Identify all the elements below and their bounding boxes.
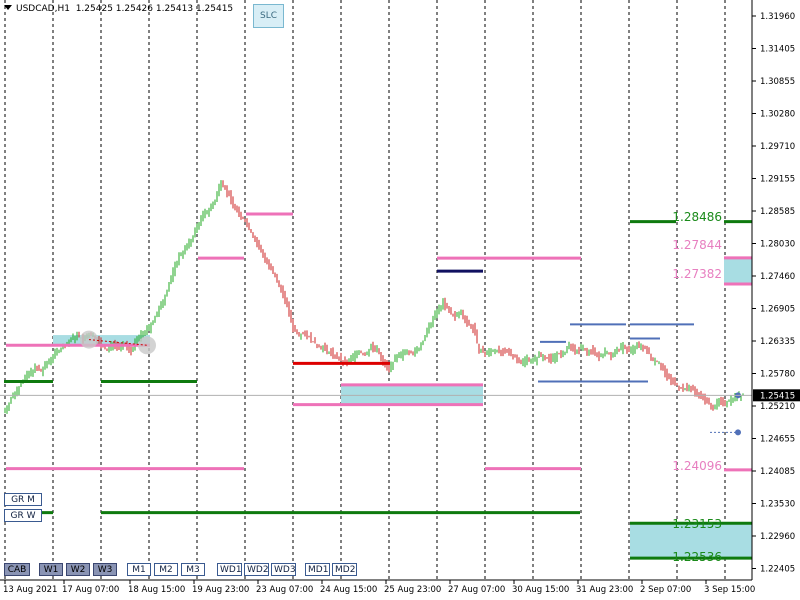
toolbar-button-w1[interactable]: W1 xyxy=(39,563,63,576)
price-tick-label: 1.22405 xyxy=(760,565,795,575)
price-tick-label: 1.25210 xyxy=(760,402,795,412)
current-price-label: 1.25415 xyxy=(760,391,795,401)
toolbar-button-m1[interactable]: M1 xyxy=(127,563,151,576)
time-tick-label: 13 Aug 2021 xyxy=(3,585,57,595)
toolbar-button-wd3[interactable]: WD3 xyxy=(271,563,296,576)
price-tick-label: 1.29710 xyxy=(760,142,795,152)
toolbar-button-w3[interactable]: W3 xyxy=(93,563,117,576)
vertical-grid xyxy=(4,0,726,580)
chart-header: USDCAD,H1 1.25425 1.25426 1.25413 1.2541… xyxy=(4,4,233,14)
time-tick-label: 24 Aug 15:00 xyxy=(320,585,377,595)
chart-menu-icon[interactable] xyxy=(4,5,12,10)
axes: 1.31960 1.31405 1.30855 1.30280 1.29710 1.291… xyxy=(0,0,800,595)
time-tick-label: 18 Aug 15:00 xyxy=(128,585,185,595)
price-tick-label: 1.24655 xyxy=(760,435,795,445)
price-chart[interactable]: 1.31960 1.31405 1.30855 1.30280 1.29710 1.291… xyxy=(0,0,800,600)
markers xyxy=(80,330,741,436)
price-tick-label: 1.25780 xyxy=(760,370,795,380)
level-price-label: 1.27382 xyxy=(672,267,722,281)
toolbar-button-md1[interactable]: MD1 xyxy=(305,563,330,576)
toolbar-button-w2[interactable]: W2 xyxy=(66,563,90,576)
toolbar-button-wd1[interactable]: WD1 xyxy=(217,563,242,576)
price-tick-label: 1.30280 xyxy=(760,110,795,120)
level-price-label: 1.22536 xyxy=(672,550,722,564)
gr-w-button[interactable]: GR W xyxy=(4,509,42,522)
price-tick-label: 1.22960 xyxy=(760,532,795,542)
levels xyxy=(4,212,752,560)
price-tick-label: 1.29155 xyxy=(760,175,795,185)
price-tick-label: 1.31960 xyxy=(760,12,795,22)
gr-m-button[interactable]: GR M xyxy=(4,493,42,506)
price-tick-label: 1.26335 xyxy=(760,337,795,347)
price-tick-label: 1.31405 xyxy=(760,45,795,55)
price-tick-label: 1.28585 xyxy=(760,207,795,217)
time-tick-label: 31 Aug 23:00 xyxy=(576,585,633,595)
price-tick-label: 1.27460 xyxy=(760,272,795,282)
time-tick-label: 3 Sep 15:00 xyxy=(704,585,755,595)
toolbar-button-m3[interactable]: M3 xyxy=(181,563,205,576)
slc-button[interactable]: SLC xyxy=(253,4,284,28)
time-tick-label: 19 Aug 23:00 xyxy=(192,585,249,595)
zone xyxy=(341,384,483,405)
level-labels: 1.28486 1.27844 1.27382 1.24096 1.23153 1.225… xyxy=(672,210,722,564)
zone xyxy=(724,257,752,285)
level-price-label: 1.28486 xyxy=(672,210,722,224)
toolbar-button-wd2[interactable]: WD2 xyxy=(244,563,269,576)
symbol-timeframe: USDCAD,H1 xyxy=(16,4,70,14)
level-price-label: 1.23153 xyxy=(672,517,722,531)
time-tick-label: 27 Aug 07:00 xyxy=(448,585,505,595)
price-tick-label: 1.28030 xyxy=(760,240,795,250)
time-tick-label: 17 Aug 07:00 xyxy=(62,585,119,595)
toolbar-button-m2[interactable]: M2 xyxy=(154,563,178,576)
toolbar-button-md2[interactable]: MD2 xyxy=(332,563,357,576)
price-tick-label: 1.24085 xyxy=(760,467,795,477)
time-tick-label: 30 Aug 15:00 xyxy=(512,585,569,595)
candles xyxy=(4,180,744,414)
time-tick-label: 25 Aug 23:00 xyxy=(384,585,441,595)
toolbar-button-cab[interactable]: CAB xyxy=(4,563,30,576)
level-price-label: 1.27844 xyxy=(672,238,722,252)
time-tick-label: 2 Sep 07:00 xyxy=(640,585,691,595)
price-tick-label: 1.26905 xyxy=(760,305,795,315)
price-tick-label: 1.23530 xyxy=(760,500,795,510)
level-price-label: 1.24096 xyxy=(672,459,722,473)
time-tick-label: 23 Aug 07:00 xyxy=(256,585,313,595)
ohlc-values: 1.25425 1.25426 1.25413 1.25415 xyxy=(75,4,234,14)
price-tick-label: 1.30855 xyxy=(760,77,795,87)
